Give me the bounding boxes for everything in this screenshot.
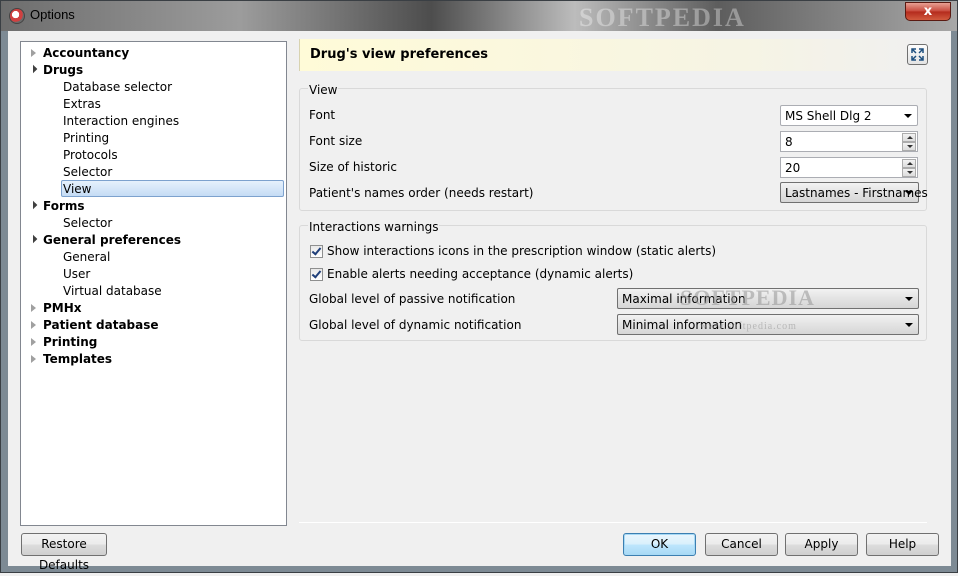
font-value: MS Shell Dlg 2 [785,109,872,123]
tree-item-drugs[interactable]: Drugs [43,62,83,79]
triangle-down-icon[interactable] [28,234,38,244]
restore-defaults-button[interactable]: Restore Defaults [21,533,107,572]
view-group-title: View [308,83,339,97]
tree-item-selector[interactable]: Selector [63,164,112,181]
tree-item-user[interactable]: User [63,266,90,283]
window-title: Options [30,7,75,22]
view-group: View Font MS Shell Dlg 2 Font size 8 Siz… [299,83,928,211]
font-size-label: Font size [309,134,363,148]
checkmark-icon [311,268,322,279]
ok-button[interactable]: OK [623,533,696,556]
names-order-label: Patient's names order (needs restart) [309,186,534,200]
tree-item-selector[interactable]: Selector [63,215,112,232]
title-bar[interactable]: Options SOFTPEDIA x [1,1,957,32]
chevron-down-icon [905,191,913,195]
tree-item-interaction-engines[interactable]: Interaction engines [63,113,179,130]
dialog-body: Accountancy Drugs Database selector Extras I… [8,31,951,572]
font-label: Font [309,108,336,122]
historic-size-label: Size of historic [309,160,397,174]
historic-size-value: 20 [785,161,801,175]
help-button[interactable]: Help [866,533,939,556]
tree-item-printing[interactable]: Printing [43,334,97,351]
chevron-down-icon [905,323,913,327]
tree-item-templates[interactable]: Templates [43,351,112,368]
tree-item-patient-database[interactable]: Patient database [43,317,159,334]
triangle-right-icon[interactable] [31,321,36,329]
close-button[interactable]: x [905,2,951,21]
triangle-right-icon[interactable] [31,304,36,312]
page-title: Drug's view preferences [310,47,489,62]
tree-item-pmhx[interactable]: PMHx [43,300,82,317]
tree-item-database-selector[interactable]: Database selector [63,79,172,96]
settings-tree[interactable]: Accountancy Drugs Database selector Extras I… [20,41,287,526]
historic-size-spinbox[interactable]: 20 [780,157,918,178]
options-window: Options SOFTPEDIA x Accountancy Drugs Data… [0,0,958,573]
dynamic-alerts-label[interactable]: Enable alerts needing acceptance (dynami… [327,267,633,281]
title-watermark: SOFTPEDIA [579,3,746,32]
triangle-down-icon[interactable] [28,200,38,210]
softpedia-watermark: SOFTPEDIA [680,285,815,310]
triangle-right-icon[interactable] [31,355,36,363]
tree-item-extras[interactable]: Extras [63,96,101,113]
tree-item-general[interactable]: General [63,249,110,266]
spin-up-icon[interactable] [902,133,916,142]
softpedia-url-watermark: www.softpedia.com [700,321,797,332]
apply-button[interactable]: Apply [785,533,858,556]
font-size-value: 8 [785,135,793,149]
page-header: Drug's view preferences [299,39,929,71]
tree-item-protocols[interactable]: Protocols [63,147,118,164]
font-combobox[interactable]: MS Shell Dlg 2 [780,105,918,126]
expand-panel-button[interactable] [907,44,928,65]
names-order-combobox[interactable]: Lastnames - Firstnames [780,182,928,203]
triangle-down-icon[interactable] [28,64,38,74]
tree-item-virtual-database[interactable]: Virtual database [63,283,162,300]
options-app-icon [9,8,25,24]
font-size-spinbox[interactable]: 8 [780,131,918,152]
tree-item-printing[interactable]: Printing [63,130,109,147]
chevron-down-icon [905,297,913,301]
dynamic-alerts-checkbox[interactable] [310,268,323,281]
bottom-separator [299,522,927,523]
spin-up-icon[interactable] [902,159,916,168]
tree-item-accountancy[interactable]: Accountancy [43,45,129,62]
triangle-right-icon[interactable] [31,49,36,57]
triangle-right-icon[interactable] [31,338,36,346]
expand-icon [911,48,924,61]
tree-item-general-preferences[interactable]: General preferences [43,232,181,249]
interactions-group: Interactions warnings Show interactions … [299,220,927,341]
checkmark-icon [311,245,322,256]
spin-down-icon[interactable] [902,168,916,177]
dynamic-notification-label: Global level of dynamic notification [309,318,522,332]
interactions-group-title: Interactions warnings [308,220,440,234]
static-alerts-checkbox[interactable] [310,245,323,258]
passive-notification-label: Global level of passive notification [309,292,516,306]
tree-item-view[interactable]: View [61,180,284,197]
spin-down-icon[interactable] [902,142,916,151]
static-alerts-label[interactable]: Show interactions icons in the prescript… [327,244,716,258]
tree-item-forms[interactable]: Forms [43,198,85,215]
chevron-down-icon [904,114,912,118]
cancel-button[interactable]: Cancel [705,533,778,556]
